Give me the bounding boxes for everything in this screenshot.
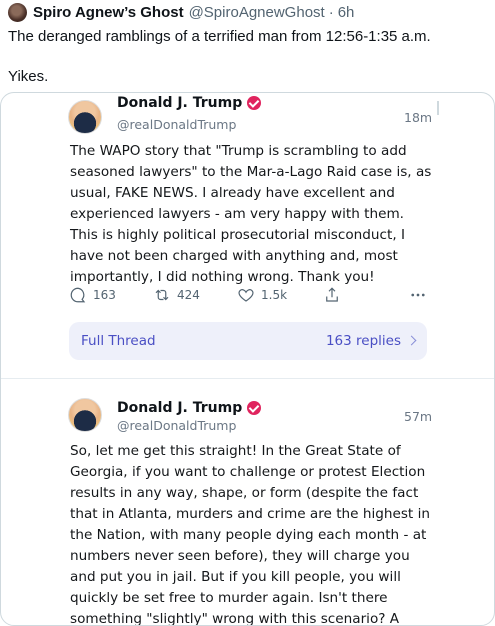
- full-thread-label: Full Thread: [81, 333, 156, 349]
- verified-badge-icon: [247, 96, 262, 110]
- reply-button[interactable]: 163: [69, 286, 116, 304]
- post-author-name[interactable]: Donald J. Trump: [117, 400, 262, 416]
- share-button[interactable]: [323, 286, 347, 304]
- more-button[interactable]: [409, 286, 433, 304]
- replies-label: 163 replies: [325, 333, 401, 349]
- reply-icon: [70, 287, 86, 303]
- author-handle[interactable]: @SpiroAgnewGhost: [189, 4, 325, 21]
- separator-dot: ·: [328, 3, 334, 21]
- post-author-handle[interactable]: @realDonaldTrump: [117, 117, 236, 132]
- heart-icon: [238, 289, 254, 302]
- post-author-handle[interactable]: @realDonaldTrump: [117, 418, 236, 433]
- retruth-icon: [155, 289, 169, 301]
- post-actions: 163 424 1.5k: [69, 286, 429, 306]
- retruth-button[interactable]: 424: [153, 286, 200, 304]
- avatar[interactable]: [68, 398, 102, 432]
- retruth-count: 424: [177, 288, 200, 302]
- avatar[interactable]: [68, 100, 102, 134]
- author-name[interactable]: Spiro Agnew’s Ghost: [33, 4, 184, 21]
- more-icon: [411, 293, 425, 297]
- full-thread-link[interactable]: Full Thread 163 replies: [69, 322, 427, 360]
- author-avatar[interactable]: [8, 2, 27, 22]
- post-author-name-text: Donald J. Trump: [117, 95, 243, 111]
- replies-link[interactable]: 163 replies: [325, 333, 417, 349]
- chevron-right-icon: [406, 335, 417, 346]
- post-time[interactable]: 18m: [404, 110, 432, 125]
- share-icon: [326, 287, 338, 302]
- like-count: 1.5k: [261, 288, 288, 302]
- like-button[interactable]: 1.5k: [237, 286, 287, 304]
- attached-image[interactable]: Donald J. Trump @realDonaldTrump 18m The…: [0, 92, 495, 626]
- scrollbar: [437, 101, 439, 115]
- tweet-text: The deranged ramblings of a terrified ma…: [8, 28, 431, 85]
- post-author-name-text: Donald J. Trump: [117, 400, 243, 416]
- reply-count: 163: [93, 288, 116, 302]
- tweet-time[interactable]: 6h: [338, 4, 355, 21]
- post-body: So, let me get this straight! In the Gre…: [70, 443, 430, 626]
- post-time[interactable]: 57m: [404, 409, 432, 424]
- post-body: The WAPO story that "Trump is scrambling…: [70, 143, 432, 285]
- verified-badge-icon: [247, 401, 262, 415]
- post-author-name[interactable]: Donald J. Trump: [117, 95, 262, 111]
- tweet-header: Spiro Agnew’s Ghost @SpiroAgnewGhost · 6…: [8, 2, 354, 22]
- post-divider: [1, 378, 494, 379]
